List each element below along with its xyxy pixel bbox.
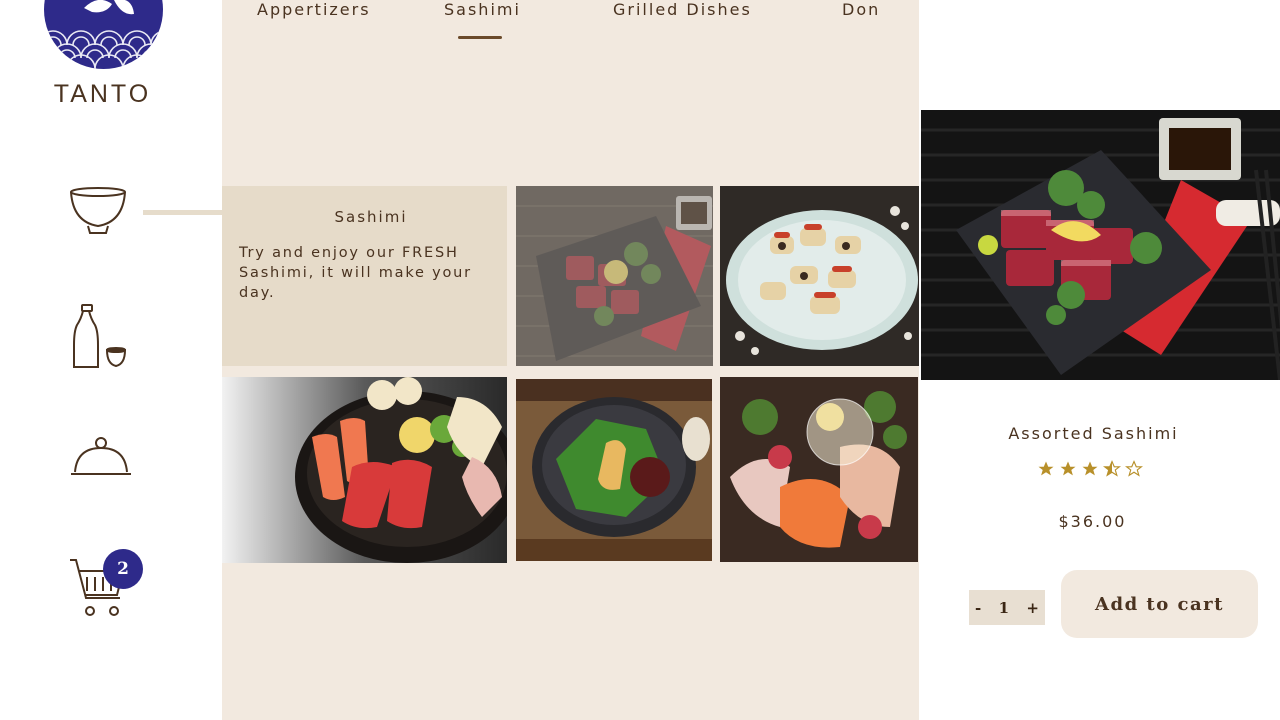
product-image[interactable]	[921, 110, 1280, 380]
tile-fade-overlay	[516, 186, 713, 366]
menu-panel: Appertizers Sashimi Grilled Dishes Don S…	[222, 0, 919, 720]
active-tab-underline	[458, 36, 502, 39]
sake-bottle-icon[interactable]	[73, 304, 129, 375]
gallery-tile-seared-tuna[interactable]	[516, 186, 713, 366]
gallery-tile-uni-shiso[interactable]	[516, 379, 712, 561]
add-to-cart-button[interactable]: Add to cart	[1061, 570, 1258, 638]
star-empty-icon	[1125, 460, 1143, 477]
tab-appertizers[interactable]: Appertizers	[257, 0, 371, 19]
star-half-icon	[1103, 460, 1121, 477]
category-title: Sashimi	[334, 208, 408, 226]
decrease-quantity-button[interactable]: -	[975, 599, 981, 617]
star-full-icon	[1082, 461, 1098, 476]
product-price: $36.00	[1058, 512, 1127, 531]
gallery-tile-sashimi-bowl[interactable]	[222, 377, 507, 563]
quantity-stepper: - 1 +	[969, 590, 1045, 625]
star-full-icon	[1060, 461, 1076, 476]
tab-grilled-dishes[interactable]: Grilled Dishes	[613, 0, 752, 19]
category-card: Sashimi Try and enjoy our FRESH Sashimi,…	[222, 186, 507, 366]
quantity-value: 1	[998, 598, 1010, 617]
bowl-icon[interactable]	[69, 186, 127, 241]
increase-quantity-button[interactable]: +	[1026, 599, 1039, 617]
gallery-tile-sashimi-boat[interactable]	[720, 377, 918, 562]
brand-logo[interactable]	[44, 0, 163, 69]
active-indicator	[143, 210, 223, 215]
product-name: Assorted Sashimi	[1008, 424, 1179, 443]
star-full-icon	[1038, 461, 1054, 476]
brand-name: TANTO	[53, 80, 152, 108]
cart-count-badge: 2	[103, 549, 143, 589]
cloche-icon[interactable]	[69, 436, 133, 485]
category-description: Try and enjoy our FRESH Sashimi, it will…	[239, 245, 472, 301]
rating-stars	[1037, 460, 1143, 478]
tab-sashimi[interactable]: Sashimi	[444, 0, 521, 19]
gallery-tile-sushi-platter[interactable]	[720, 186, 919, 366]
sidebar: TANTO 2	[0, 0, 223, 720]
tab-don[interactable]: Don	[842, 0, 880, 19]
